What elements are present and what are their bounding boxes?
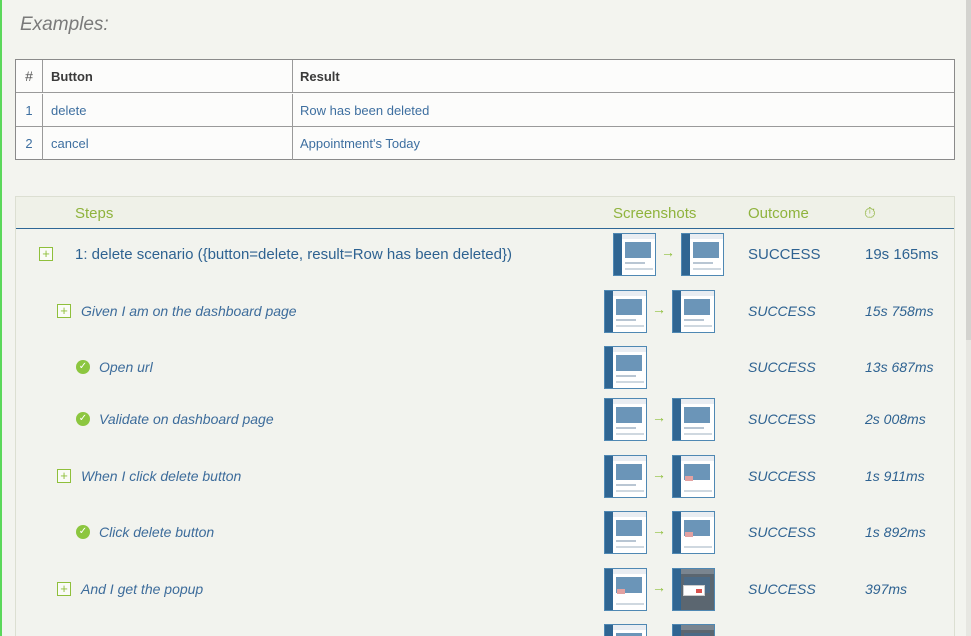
screenshot-thumbnail[interactable] [672,624,715,636]
step-duration: 19s 165ms [865,246,939,263]
success-check-icon: ✓ [76,412,90,426]
step-outcome: SUCCESS [748,246,821,263]
step-outcome: SUCCESS [748,411,816,427]
step-label[interactable]: Click delete button [99,524,214,540]
success-check-icon: ✓ [76,360,90,374]
arrow-icon: → [652,579,666,595]
step-row-partial[interactable] [16,621,954,636]
screenshot-thumbnail[interactable] [604,346,647,389]
step-duration: 15s 758ms [865,303,934,319]
step-row-scenario[interactable]: + 1: delete scenario ({button=delete, re… [16,229,954,279]
header-outcome: Outcome [748,204,809,222]
expand-icon[interactable]: + [39,247,53,261]
header-number: # [16,60,43,92]
success-check-icon: ✓ [76,525,90,539]
step-duration: 2s 008ms [865,411,926,427]
screenshot-thumbnail[interactable] [672,290,715,333]
examples-table: # Button Result 1 delete Row has been de… [15,59,955,160]
step-row-validate[interactable]: ✓ Validate on dashboard page → SUCCESS 2… [16,395,954,445]
header-result: Result [300,68,340,84]
step-duration: 1s 892ms [865,524,926,540]
screenshot-thumbnail[interactable] [604,511,647,554]
screenshot-thumbnail[interactable] [672,568,715,611]
screenshot-thumbnail[interactable] [604,624,647,636]
arrow-icon: → [661,244,675,260]
arrow-icon: → [652,522,666,538]
screenshot-thumbnail[interactable] [613,233,656,276]
screenshot-thumbnail[interactable] [604,290,647,333]
row-button-value: cancel [43,127,293,160]
step-label[interactable]: Open url [99,359,153,375]
screenshot-thumbnail[interactable] [672,398,715,441]
steps-header: Steps Screenshots Outcome ⏱ [16,197,954,229]
step-outcome: SUCCESS [748,581,816,597]
screenshot-thumbnail[interactable] [672,455,715,498]
screenshot-thumbnail[interactable] [604,568,647,611]
table-row[interactable]: 2 cancel Appointment's Today [16,127,954,160]
row-number: 1 [16,94,43,126]
arrow-icon: → [652,409,666,425]
step-row-popup[interactable]: + And I get the popup → SUCCESS 397ms [16,565,954,615]
row-number: 2 [16,127,43,160]
step-label[interactable]: Given I am on the dashboard page [81,303,297,319]
screenshot-thumbnail[interactable] [681,233,724,276]
left-accent-bar [0,0,2,636]
step-label[interactable]: And I get the popup [81,581,203,597]
step-duration: 1s 911ms [865,468,925,484]
step-row-click-delete[interactable]: ✓ Click delete button → SUCCESS 1s 892ms [16,508,954,558]
step-outcome: SUCCESS [748,303,816,319]
step-duration: 397ms [865,581,908,597]
steps-table: Steps Screenshots Outcome ⏱ + 1: delete … [15,196,955,636]
stopwatch-icon: ⏱ [864,204,876,222]
screenshot-thumbnail[interactable] [604,455,647,498]
row-result-value: Appointment's Today [300,136,421,151]
step-row-given[interactable]: + Given I am on the dashboard page → SUC… [16,287,954,337]
step-outcome: SUCCESS [748,524,816,540]
step-label[interactable]: Validate on dashboard page [99,411,274,427]
step-duration: 13s 687ms [865,359,934,375]
screenshot-thumbnail[interactable] [604,398,647,441]
header-button: Button [43,60,293,92]
step-label[interactable]: When I click delete button [81,468,241,484]
arrow-icon: → [652,301,666,317]
step-outcome: SUCCESS [748,359,816,375]
header-steps: Steps [75,204,114,222]
step-row-when-click[interactable]: + When I click delete button → SUCCESS 1… [16,452,954,502]
screenshot-thumbnail[interactable] [672,511,715,554]
arrow-icon: → [652,466,666,482]
row-result-value: Row has been deleted [300,102,430,118]
expand-icon[interactable]: + [57,304,71,318]
step-label[interactable]: 1: delete scenario ({button=delete, resu… [75,246,512,263]
examples-title: Examples: [20,14,109,35]
row-button-value: delete [43,94,293,126]
expand-icon[interactable]: + [57,469,71,483]
step-row-open-url[interactable]: ✓ Open url SUCCESS 13s 687ms [16,343,954,393]
expand-icon[interactable]: + [57,582,71,596]
header-screenshots: Screenshots [613,204,697,222]
table-row[interactable]: 1 delete Row has been deleted [16,94,954,127]
examples-header-row: # Button Result [16,60,954,93]
scrollbar-thumb[interactable] [966,0,971,340]
step-outcome: SUCCESS [748,468,816,484]
